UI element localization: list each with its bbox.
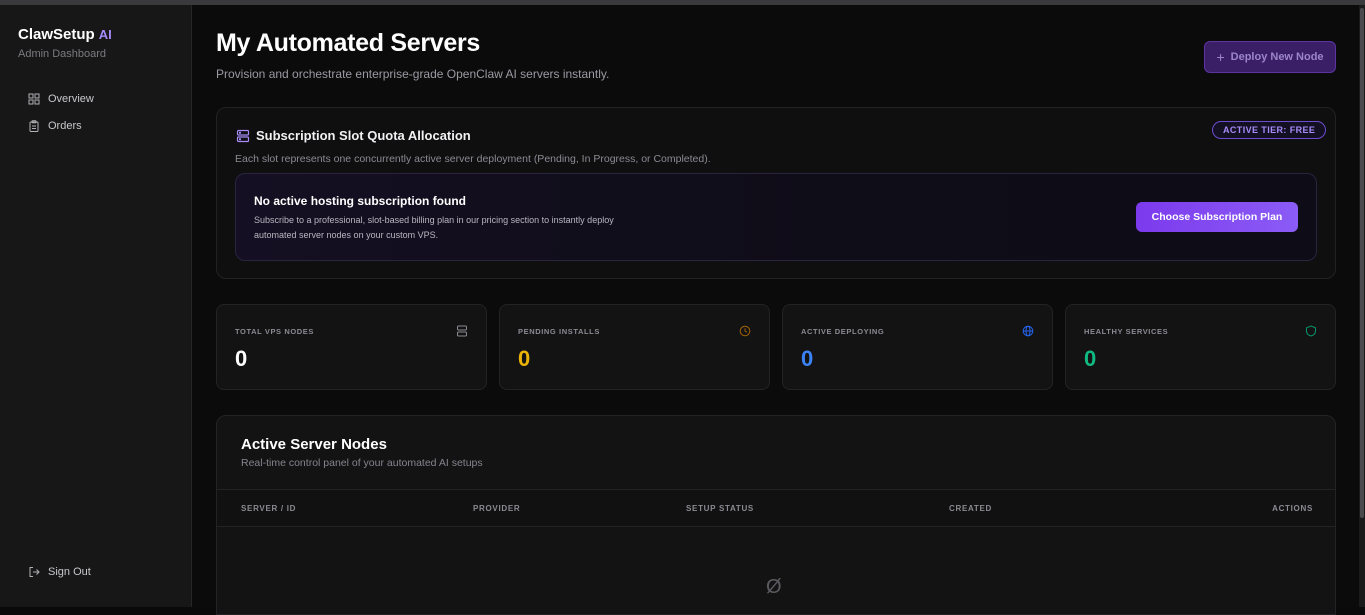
table-header: SERVER / ID PROVIDER SETUP STATUS CREATE… [217,489,1335,527]
stat-value: 0 [235,346,248,371]
column-header-setup-status[interactable]: SETUP STATUS [686,504,754,513]
column-header-created[interactable]: CREATED [949,504,992,513]
stat-label: PENDING INSTALLS [518,327,600,336]
brand-logo[interactable]: ClawSetup AI [18,26,112,43]
stat-label: TOTAL VPS NODES [235,327,315,336]
deploy-button-label: Deploy New Node [1230,51,1324,63]
sidebar-item-label: Overview [48,93,94,105]
column-header-actions[interactable]: ACTIONS [1272,504,1313,513]
stat-card-pending-installs: PENDING INSTALLS 0 [499,304,770,390]
sidebar: ClawSetup AI Admin Dashboard Overview Ord… [0,5,192,607]
brand-subtitle: Admin Dashboard [18,48,107,60]
stat-value: 0 [801,346,814,371]
sidebar-item-orders[interactable]: Orders [28,114,178,138]
active-tier-badge: ACTIVE TIER: FREE [1212,121,1327,139]
sidebar-item-overview[interactable]: Overview [28,87,178,111]
page-title: My Automated Servers [216,29,480,57]
clipboard-icon [29,120,39,132]
column-header-provider[interactable]: PROVIDER [473,504,520,513]
active-server-nodes-card: Active Server Nodes Real-time control pa… [216,415,1336,615]
globe-icon [1022,325,1034,337]
choose-subscription-plan-button[interactable]: Choose Subscription Plan [1136,202,1298,232]
notice-title: No active hosting subscription found [254,194,467,208]
empty-state-icon: Ø [766,576,782,598]
sidebar-item-label: Orders [48,120,82,132]
stat-label: ACTIVE DEPLOYING [801,327,885,336]
clock-icon [739,325,751,337]
nodes-subtitle: Real-time control panel of your automate… [241,457,483,469]
stat-value: 0 [1084,346,1097,371]
scrollbar-thumb[interactable] [1360,8,1364,518]
stat-card-healthy-services: HEALTHY SERVICES 0 [1065,304,1336,390]
server-icon [457,325,467,337]
nodes-title: Active Server Nodes [241,436,387,453]
plus-icon: + [1216,49,1225,65]
stat-card-total-vps: TOTAL VPS NODES 0 [216,304,487,390]
brand-suffix: AI [98,27,112,42]
grid-icon [28,93,40,105]
column-header-server-id[interactable]: SERVER / ID [241,504,296,513]
stat-label: HEALTHY SERVICES [1084,327,1169,336]
quota-description: Each slot represents one concurrently ac… [235,153,711,165]
stat-value: 0 [518,346,531,371]
stat-card-active-deploying: ACTIVE DEPLOYING 0 [782,304,1053,390]
main-content: My Automated Servers Provision and orche… [192,5,1365,615]
deploy-new-node-button[interactable]: + Deploy New Node [1204,41,1336,73]
brand-name: ClawSetup [18,26,95,43]
quota-title-row: Subscription Slot Quota Allocation [236,128,471,143]
notice-text: Subscribe to a professional, slot-based … [254,215,614,240]
sign-out-label: Sign Out [48,566,91,578]
logout-icon [29,567,40,577]
sign-out-button[interactable]: Sign Out [28,560,178,584]
shield-icon [1306,325,1316,337]
server-icon [236,129,250,142]
page-subtitle: Provision and orchestrate enterprise-gra… [216,67,610,81]
quota-title: Subscription Slot Quota Allocation [256,128,471,143]
